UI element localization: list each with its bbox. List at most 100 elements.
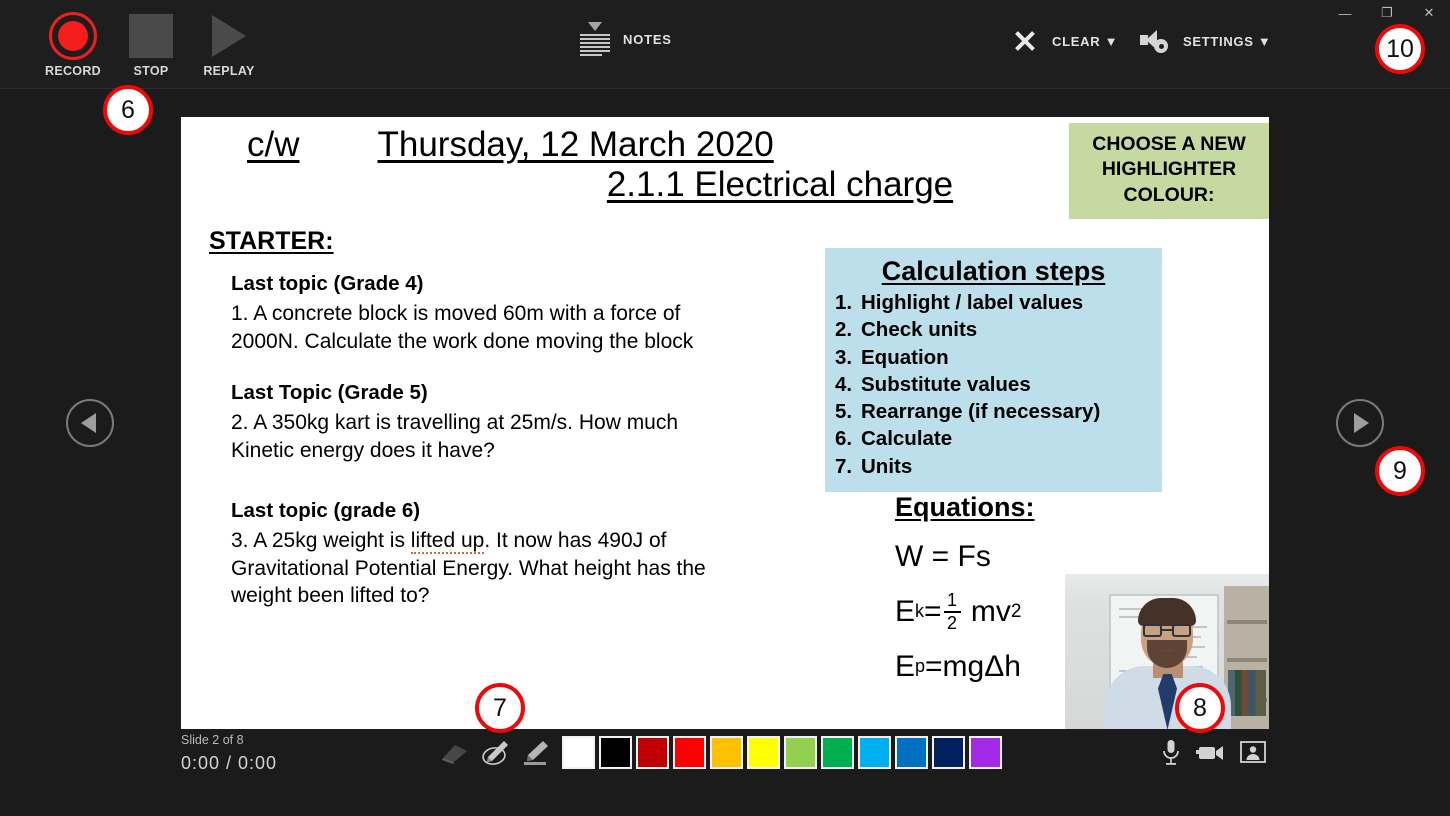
question-3-heading: Last topic (grade 6) <box>231 498 421 522</box>
record-icon <box>49 12 97 60</box>
close-icon <box>1012 28 1038 54</box>
callout-marker-9: 9 <box>1375 446 1425 496</box>
callout-marker-8: 8 <box>1175 683 1225 733</box>
calculation-steps-title: Calculation steps <box>881 256 1106 286</box>
pen-icon <box>482 741 508 765</box>
notes-button[interactable]: NOTES <box>580 22 672 56</box>
highlighter-prompt-line2: HIGHLIGHTER <box>1101 158 1237 181</box>
swatch-green[interactable] <box>821 736 854 769</box>
settings-label: SETTINGS ▼ <box>1183 33 1272 49</box>
speaker-gear-icon <box>1140 28 1170 54</box>
slide-date: Thursday, 12 March 2020 <box>377 125 774 164</box>
swatch-amber[interactable] <box>710 736 743 769</box>
starter-section: STARTER: Last topic (Grade 4) 1. A concr… <box>209 227 729 610</box>
question-group-2: Last Topic (Grade 5) 2. A 350kg kart is … <box>231 381 729 464</box>
slide-canvas[interactable]: c/w Thursday, 12 March 2020 2.1.1 Electr… <box>181 117 1269 729</box>
callout-marker-10: 10 <box>1375 24 1425 74</box>
replay-button[interactable]: REPLAY <box>196 12 262 78</box>
question-group-1: Last topic (Grade 4) 1. A concrete block… <box>231 272 729 355</box>
calc-step-2: 2. Check units <box>835 318 978 342</box>
equation-potential-energy: Ep =mgΔh <box>895 649 1021 683</box>
chevron-left-icon <box>81 413 96 433</box>
device-controls <box>1160 738 1266 771</box>
calc-step-7: 7. Units <box>835 454 913 478</box>
play-icon <box>212 12 246 60</box>
equation-kinetic-energy: Ek = 1 2 mv 2 <box>895 590 1022 633</box>
calc-step-5: 5. Rearrange (if necessary) <box>835 400 1101 423</box>
swatch-cyan[interactable] <box>858 736 891 769</box>
highlighter-tool-button[interactable] <box>518 736 552 770</box>
person-in-frame-icon <box>1240 741 1266 763</box>
color-swatches <box>562 736 1002 769</box>
slide-status: Slide 2 of 8 0:00 / 0:00 <box>181 733 277 774</box>
transport-controls: RECORD STOP REPLAY <box>40 12 262 78</box>
calculation-steps-box: Calculation steps 1. Highlight / label va… <box>825 248 1162 492</box>
chevron-right-icon <box>1354 413 1369 433</box>
slide-counter: Slide 2 of 8 <box>181 733 244 747</box>
calculation-steps-list: 1. Highlight / label values 2. Check units… <box>835 289 1152 480</box>
highlighter-prompt-line3: COLOUR: <box>1123 183 1215 206</box>
settings-menu-button[interactable]: SETTINGS ▼ <box>1140 28 1272 54</box>
equation-work: W = Fs <box>895 540 991 573</box>
swatch-black[interactable] <box>599 736 632 769</box>
callout-marker-6: 6 <box>103 85 153 135</box>
slide-cw-label: c/w <box>247 125 300 164</box>
record-button[interactable]: RECORD <box>40 12 106 78</box>
question-3-body: 3. A 25kg weight is lifted up. It now ha… <box>231 527 729 610</box>
swatch-yellow[interactable] <box>747 736 780 769</box>
record-label: RECORD <box>45 64 101 78</box>
calc-step-1: 1. Highlight / label values <box>835 291 1084 314</box>
question-3-text-a: 3. A 25kg weight is <box>231 528 411 552</box>
previous-slide-button[interactable] <box>66 399 114 447</box>
pen-tool-button[interactable] <box>478 736 512 770</box>
restore-icon[interactable]: ❐ <box>1366 0 1408 26</box>
webcam-preview[interactable] <box>1065 574 1269 729</box>
calc-step-4: 4. Substitute values <box>835 372 1031 396</box>
person-hair <box>1138 598 1196 626</box>
equations-section: Equations: W = Fs Ek = 1 2 mv 2 Ep =mgΔh <box>895 492 1035 684</box>
stop-button[interactable]: STOP <box>118 12 184 78</box>
swatch-light-green[interactable] <box>784 736 817 769</box>
stop-icon <box>129 12 173 60</box>
swatch-purple[interactable] <box>969 736 1002 769</box>
glasses-icon <box>1143 624 1191 637</box>
clear-menu-button[interactable]: CLEAR ▼ <box>1012 28 1118 54</box>
minimize-icon[interactable]: — <box>1324 0 1366 26</box>
question-2-body: 2. A 350kg kart is travelling at 25m/s. … <box>231 411 679 463</box>
next-slide-button[interactable] <box>1336 399 1384 447</box>
swatch-red[interactable] <box>673 736 706 769</box>
close-window-icon[interactable]: ✕ <box>1408 0 1450 26</box>
starter-heading: STARTER: <box>209 227 334 255</box>
eraser-tool-button[interactable] <box>438 736 472 770</box>
question-1-body: 1. A concrete block is moved 60m with a … <box>231 302 694 353</box>
window-controls: — ❐ ✕ <box>1324 0 1450 26</box>
annotation-tools <box>438 736 575 770</box>
eraser-icon <box>442 745 467 764</box>
question-2-heading: Last Topic (Grade 5) <box>231 381 428 405</box>
books <box>1228 670 1266 716</box>
highlighter-prompt-box: CHOOSE A NEW HIGHLIGHTER COLOUR: <box>1069 123 1269 220</box>
swatch-blue[interactable] <box>895 736 928 769</box>
swatch-navy[interactable] <box>932 736 965 769</box>
replay-label: REPLAY <box>203 64 255 78</box>
equations-title: Equations: <box>895 492 1035 522</box>
microphone-button[interactable] <box>1160 738 1182 771</box>
toolbar-divider <box>0 88 1450 89</box>
video-camera-button[interactable] <box>1196 741 1226 768</box>
calc-step-3: 3. Equation <box>835 345 949 369</box>
question-group-3: Last topic (grade 6) 3. A 25kg weight is… <box>231 499 729 610</box>
swatch-dark-red[interactable] <box>636 736 669 769</box>
highlighter-icon <box>524 741 548 765</box>
callout-marker-7: 7 <box>475 683 525 733</box>
top-toolbar: RECORD STOP REPLAY NOTES CLEAR ▼ SETTING… <box>0 0 1450 88</box>
notes-label: NOTES <box>623 31 672 47</box>
playback-time: 0:00 / 0:00 <box>181 753 278 773</box>
clear-label: CLEAR ▼ <box>1052 33 1119 49</box>
calc-step-6: 6. Calculate <box>835 427 953 451</box>
stop-label: STOP <box>133 64 169 78</box>
person-mouth <box>1160 649 1174 652</box>
video-camera-icon <box>1196 746 1223 760</box>
swatch-white[interactable] <box>562 736 595 769</box>
microphone-icon <box>1163 740 1179 765</box>
webcam-overlay-button[interactable] <box>1240 741 1266 768</box>
